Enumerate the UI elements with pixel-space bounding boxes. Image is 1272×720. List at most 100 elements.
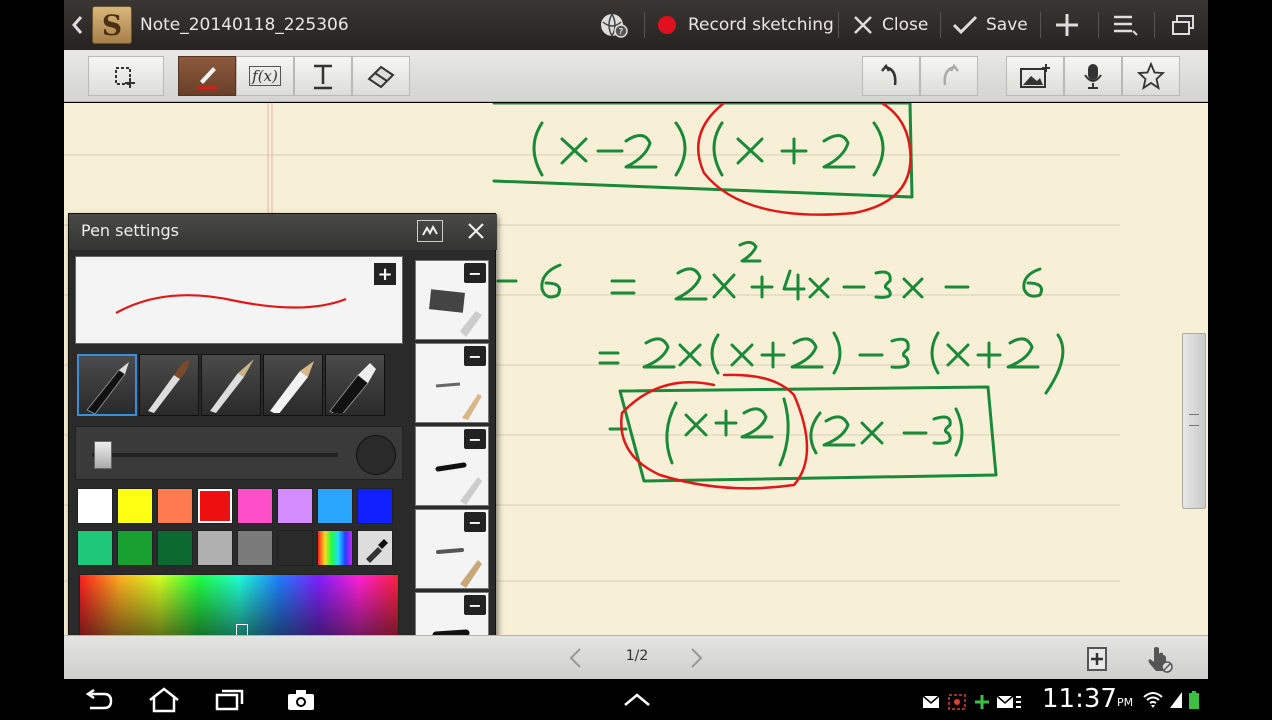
selection-mode-button[interactable] <box>88 56 164 96</box>
preset-icon <box>422 224 438 236</box>
system-nav-bar: 11:37 PM <box>0 680 1272 720</box>
pen-icon <box>197 67 217 90</box>
remove-preset-button[interactable]: − <box>464 263 486 283</box>
status-icons <box>1142 690 1200 710</box>
back-nav-button[interactable] <box>82 688 114 716</box>
divider <box>838 12 839 38</box>
color-swatch[interactable] <box>197 530 233 566</box>
share-globe-icon[interactable]: ? <box>598 0 630 50</box>
add-preset-button[interactable]: + <box>374 263 396 285</box>
bottom-bar: 1/2 <box>64 635 1208 679</box>
note-canvas[interactable]: Pen settings + − − − − − <box>64 103 1208 635</box>
pen-settings-panel: Pen settings + − − − − − <box>68 213 497 635</box>
remove-preset-button[interactable]: − <box>464 346 486 366</box>
close-button[interactable]: Close <box>852 0 928 50</box>
pen-preset[interactable]: − <box>415 592 489 635</box>
color-swatch[interactable] <box>197 488 233 524</box>
add-button[interactable] <box>1054 0 1080 50</box>
color-swatch[interactable] <box>317 488 353 524</box>
pen-type-pencil[interactable] <box>263 354 323 416</box>
back-icon <box>85 688 113 710</box>
screen-record-icon <box>948 694 966 710</box>
quick-panel-handle[interactable] <box>622 690 652 714</box>
undo-icon <box>881 63 897 86</box>
insert-image-icon <box>1020 64 1050 88</box>
pen-preset[interactable]: − <box>415 426 489 506</box>
home-icon <box>149 687 179 713</box>
save-button[interactable]: Save <box>952 0 1028 50</box>
next-page-button[interactable] <box>686 646 706 674</box>
color-swatch[interactable] <box>237 488 273 524</box>
multi-window-icon <box>1172 15 1194 35</box>
color-swatch[interactable] <box>117 488 153 524</box>
color-swatch[interactable] <box>77 488 113 524</box>
undo-button[interactable] <box>862 56 920 96</box>
pen-preset[interactable]: − <box>415 260 489 340</box>
color-swatch[interactable] <box>117 530 153 566</box>
app-window: S Note_20140118_225306 ? Record sketchin… <box>0 0 1272 720</box>
pen-preset[interactable]: − <box>415 343 489 423</box>
prev-page-button[interactable] <box>566 646 586 674</box>
home-nav-button[interactable] <box>146 686 182 718</box>
highlight-ink <box>620 103 912 490</box>
color-swatch-spectrum[interactable] <box>317 530 353 566</box>
divider <box>1098 12 1099 38</box>
eyedropper-button[interactable] <box>357 530 393 566</box>
color-swatch[interactable] <box>157 488 193 524</box>
pen-only-mode-button[interactable] <box>1144 644 1174 678</box>
color-swatch[interactable] <box>357 488 393 524</box>
color-spectrum[interactable] <box>79 574 399 635</box>
remove-preset-button[interactable]: − <box>464 429 486 449</box>
remove-preset-button[interactable]: − <box>464 512 486 532</box>
text-icon <box>314 64 332 90</box>
color-palette <box>75 484 403 570</box>
plus-icon <box>975 695 989 709</box>
insert-image-button[interactable] <box>1006 56 1064 96</box>
screenshot-button[interactable] <box>286 688 316 716</box>
close-panel-button[interactable] <box>465 220 487 242</box>
text-tool-button[interactable] <box>294 56 352 96</box>
email-sync-icon <box>996 695 1021 708</box>
pen-type-marker[interactable] <box>325 354 385 418</box>
pen-settings-title: Pen settings <box>81 221 179 240</box>
pen-icon <box>86 362 129 415</box>
wifi-icon <box>1143 692 1163 708</box>
pen-type-brush[interactable] <box>139 354 199 416</box>
recent-apps-icon <box>215 689 244 711</box>
recent-apps-button[interactable] <box>214 688 246 716</box>
camera-icon <box>288 690 314 710</box>
color-swatch[interactable] <box>277 488 313 524</box>
brush-icon <box>148 360 190 413</box>
pencil-icon <box>270 361 314 415</box>
back-icon[interactable] <box>70 0 86 50</box>
star-icon <box>1137 62 1165 90</box>
signal-icon <box>1170 692 1182 708</box>
color-swatch[interactable] <box>77 530 113 566</box>
pen-type-pen[interactable] <box>77 354 137 416</box>
remove-preset-button[interactable]: − <box>464 595 486 615</box>
record-sketching-button[interactable]: Record sketching <box>658 0 834 50</box>
spectrum-cursor[interactable] <box>236 624 248 635</box>
size-slider-track[interactable] <box>92 453 338 457</box>
menu-button[interactable] <box>1112 0 1140 50</box>
pen-preset[interactable]: − <box>415 509 489 589</box>
size-preview-dot <box>356 435 396 475</box>
color-swatch[interactable] <box>237 530 273 566</box>
favorite-button[interactable] <box>1122 56 1180 96</box>
close-icon <box>468 223 484 239</box>
color-swatch[interactable] <box>277 530 313 566</box>
vertical-scrollbar[interactable] <box>1182 333 1206 509</box>
pen-tool-button[interactable] <box>178 56 236 96</box>
voice-record-button[interactable] <box>1064 56 1122 96</box>
pen-type-fine-brush[interactable] <box>201 354 261 416</box>
grip-icon <box>1189 414 1199 426</box>
size-slider-thumb[interactable] <box>94 441 112 469</box>
add-page-button[interactable] <box>1084 644 1112 676</box>
redo-button[interactable] <box>920 56 978 96</box>
window-toggle-button[interactable] <box>1170 0 1196 50</box>
chevron-right-icon <box>691 648 703 668</box>
color-swatch[interactable] <box>157 530 193 566</box>
formula-tool-button[interactable]: f(x) <box>236 56 294 96</box>
pen-presets-toggle[interactable] <box>417 220 443 242</box>
eraser-tool-button[interactable] <box>352 56 410 96</box>
